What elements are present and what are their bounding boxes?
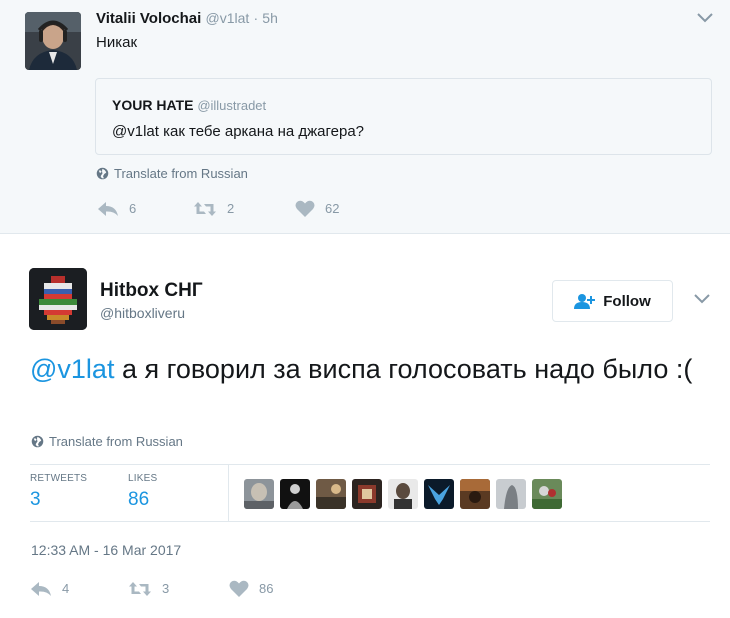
heart-icon xyxy=(295,200,315,217)
avatar[interactable] xyxy=(29,268,87,330)
globe-icon xyxy=(31,435,44,448)
liker-avatar[interactable] xyxy=(388,479,418,509)
parent-tweet[interactable]: Vitalii Volochai @v1lat · 5h Никак YOUR … xyxy=(0,0,730,234)
translate-link[interactable]: Translate from Russian xyxy=(96,166,248,181)
liker-avatar[interactable] xyxy=(280,479,310,509)
globe-icon xyxy=(96,167,109,180)
liker-avatar[interactable] xyxy=(424,479,454,509)
follow-label: Follow xyxy=(603,292,651,310)
follow-button[interactable]: Follow xyxy=(552,280,673,322)
reply-count: 6 xyxy=(129,201,137,216)
like-button[interactable]: 86 xyxy=(229,580,273,597)
chevron-down-icon[interactable] xyxy=(697,13,713,23)
tweet-actions: 6 2 62 xyxy=(97,200,339,217)
quoted-tweet[interactable]: YOUR HATE @illustradet @v1lat как тебе а… xyxy=(95,78,712,155)
retweet-count: 3 xyxy=(162,581,170,596)
tweet-header: Vitalii Volochai @v1lat · 5h xyxy=(96,10,278,27)
tweet-time[interactable]: 5h xyxy=(262,10,278,26)
reply-icon xyxy=(31,581,51,596)
quoted-author-name: YOUR HATE xyxy=(112,97,194,113)
mention-link[interactable]: @v1lat xyxy=(30,354,114,384)
retweets-value: 3 xyxy=(30,489,41,510)
reply-button[interactable]: 4 xyxy=(30,581,128,597)
quoted-tweet-header: YOUR HATE @illustradet xyxy=(112,97,266,113)
retweet-button[interactable]: 2 xyxy=(193,201,295,217)
quoted-author-handle: @illustradet xyxy=(197,98,267,113)
like-button[interactable]: 62 xyxy=(295,200,339,217)
author-name[interactable]: Hitbox СНГ xyxy=(100,280,203,302)
likes-value: 86 xyxy=(128,489,150,510)
retweets-label: RETWEETS xyxy=(30,473,88,484)
likes-stat[interactable]: LIKES 86 xyxy=(128,473,157,511)
retweet-icon xyxy=(129,581,151,596)
avatar[interactable] xyxy=(25,12,81,70)
follow-user-icon xyxy=(574,294,596,309)
reply-icon xyxy=(98,201,118,216)
liker-avatar[interactable] xyxy=(496,479,526,509)
author-handle[interactable]: @v1lat xyxy=(205,10,249,26)
author-handle[interactable]: @hitboxliveru xyxy=(100,305,185,321)
tweet-timestamp[interactable]: 12:33 AM - 16 Mar 2017 xyxy=(31,542,181,558)
tweet-text: @v1lat а я говорил за виспа голосовать н… xyxy=(30,350,720,388)
tweet-actions: 4 3 86 xyxy=(30,580,273,597)
tweet-text: Никак xyxy=(96,34,138,51)
like-count: 86 xyxy=(259,581,274,596)
chevron-down-icon[interactable] xyxy=(694,294,710,304)
tweet-stats: RETWEETS 3 LIKES 86 xyxy=(30,464,710,522)
like-count: 62 xyxy=(325,201,340,216)
liker-avatar[interactable] xyxy=(352,479,382,509)
retweet-count: 2 xyxy=(227,201,235,216)
translate-label: Translate from Russian xyxy=(49,434,183,449)
translate-label: Translate from Russian xyxy=(114,166,248,181)
liker-avatar[interactable] xyxy=(532,479,562,509)
translate-link[interactable]: Translate from Russian xyxy=(31,434,183,449)
liker-avatar[interactable] xyxy=(460,479,490,509)
retweet-button[interactable]: 3 xyxy=(128,581,229,597)
divider xyxy=(228,465,229,521)
retweets-stat[interactable]: RETWEETS 3 xyxy=(30,473,87,511)
liker-avatar[interactable] xyxy=(244,479,274,509)
separator: · xyxy=(253,10,259,26)
reply-count: 4 xyxy=(62,581,70,596)
retweet-icon xyxy=(194,201,216,216)
author-name[interactable]: Vitalii Volochai xyxy=(96,10,201,27)
liker-avatars xyxy=(244,479,562,509)
likes-label: LIKES xyxy=(128,473,158,484)
liker-avatar[interactable] xyxy=(316,479,346,509)
tweet-body: а я говорил за виспа голосовать надо был… xyxy=(114,354,693,384)
reply-button[interactable]: 6 xyxy=(97,201,193,217)
quoted-tweet-text: @v1lat как тебе аркана на джагера? xyxy=(112,123,364,140)
heart-icon xyxy=(229,580,249,597)
